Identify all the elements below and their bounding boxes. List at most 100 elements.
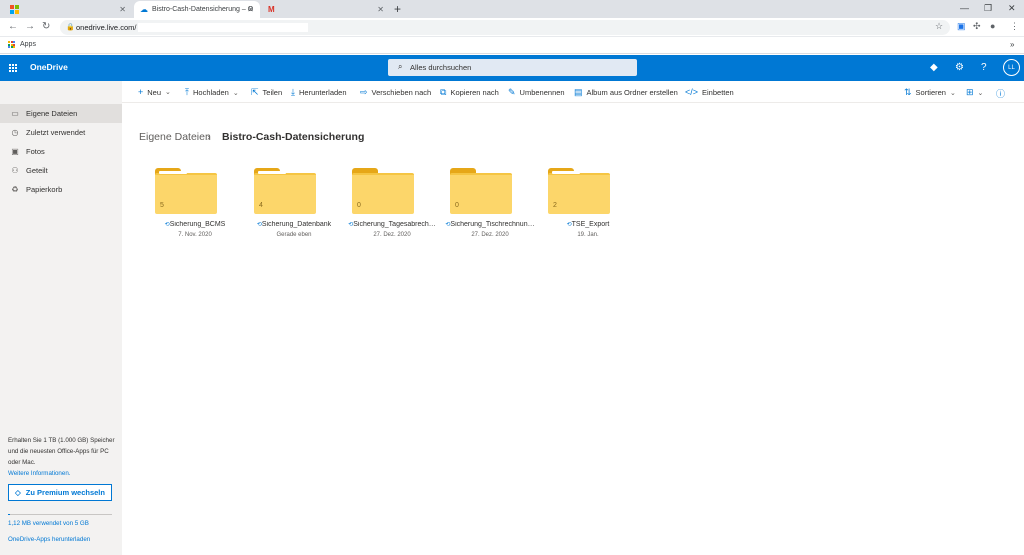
download-icon: ⤓ (291, 87, 295, 97)
upload-label: Hochladen (192, 88, 229, 97)
search-input[interactable]: ⌕ Alles durchsuchen (388, 59, 637, 76)
url-input[interactable]: 🔒 onedrive.live.com/ (60, 20, 950, 35)
restore-icon[interactable]: ❐ (984, 3, 992, 14)
folder-date: 27. Dez. 2020 (373, 232, 411, 238)
upload-button[interactable]: ⤒ Hochladen ⌄ (185, 87, 239, 98)
copy-to-button[interactable]: ⧉ Kopieren nach (440, 87, 499, 98)
folder-icon: 0 (352, 168, 414, 214)
nav-item-label: Zuletzt verwendet (26, 128, 86, 137)
rename-button[interactable]: ✎ Umbenennen (508, 87, 565, 98)
search-icon: ⌕ (398, 62, 403, 71)
browser-tab-office[interactable]: ✕ (4, 1, 132, 18)
folder-tile[interactable]: 0 ⟲Sicherung_Tischrechnun… 27. Dez. 2020 (444, 164, 536, 244)
nav-item-label: Fotos (26, 147, 45, 156)
grid-view-icon: ⊞ (966, 87, 974, 97)
nav-item-shared[interactable]: ⚇ Geteilt (0, 161, 122, 180)
download-label: Herunterladen (298, 88, 347, 97)
cloud-icon: ☁ (140, 5, 148, 14)
folder-tile[interactable]: 0 ⟲Sicherung_Tagesabrech… 27. Dez. 2020 (346, 164, 438, 244)
create-album-button[interactable]: ▤ Album aus Ordner erstellen (574, 87, 678, 98)
sort-label: Sortieren (915, 88, 946, 97)
new-button[interactable]: + Neu ⌄ (138, 87, 171, 97)
folder-name[interactable]: ⟲Sicherung_Tagesabrech… (338, 221, 446, 228)
get-apps-link[interactable]: OneDrive-Apps herunterladen (8, 536, 90, 543)
nav-item-recycle-bin[interactable]: ♻ Papierkorb (0, 180, 122, 199)
close-tab-icon[interactable]: ✕ (119, 5, 126, 14)
profile-icon[interactable]: ● (990, 21, 995, 31)
info-button[interactable]: ⓘ (996, 87, 1009, 100)
rename-label: Umbenennen (519, 88, 565, 97)
embed-button[interactable]: </> Einbetten (685, 87, 734, 97)
bookmarks-overflow[interactable]: » (1010, 40, 1014, 49)
apps-grid-icon (8, 41, 15, 48)
folder-tile[interactable]: 5 ⟲Sicherung_BCMS 7. Nov. 2020 (149, 164, 241, 244)
copy-icon: ⧉ (440, 87, 447, 97)
settings-gear-icon[interactable]: ⚙ (955, 62, 964, 73)
folder-name[interactable]: ⟲Sicherung_BCMS (141, 221, 249, 228)
tab-title: Bistro-Cash-Datensicherung – O (152, 6, 254, 13)
folder-name[interactable]: ⟲TSE_Export (534, 221, 642, 228)
folder-item-count: 0 (357, 202, 361, 209)
breadcrumb-separator: › (207, 131, 211, 143)
folder-item-count: 2 (553, 202, 557, 209)
nav-item-recent[interactable]: ◷ Zuletzt verwendet (0, 123, 122, 142)
close-tab-icon[interactable]: ✕ (247, 5, 254, 14)
premium-upgrade-button[interactable]: ◇ Zu Premium wechseln (8, 484, 112, 501)
share-button[interactable]: ⇱ Teilen (251, 87, 282, 98)
embed-label: Einbetten (702, 87, 734, 97)
share-label: Teilen (262, 88, 283, 97)
storage-usage-link[interactable]: 1,12 MB verwendet von 5 GB (8, 520, 89, 527)
sort-button[interactable]: ⇅ Sortieren ⌄ (904, 87, 956, 98)
menu-dots-icon[interactable]: ⋮ (1010, 21, 1019, 32)
browser-tab-gmail[interactable]: M ✕ (262, 1, 390, 18)
help-icon[interactable]: ? (981, 62, 987, 73)
embed-code-icon: </> (685, 87, 699, 97)
diamond-icon[interactable]: ◆ (930, 62, 938, 73)
back-icon[interactable]: ← (8, 21, 18, 32)
upload-icon: ⤒ (185, 87, 189, 97)
app-launcher-icon[interactable] (9, 64, 17, 72)
folder-name[interactable]: ⟲Sicherung_Datenbank (240, 221, 348, 228)
rename-pencil-icon: ✎ (508, 87, 516, 97)
download-button[interactable]: ⤓ Herunterladen (291, 87, 347, 98)
breadcrumb-root[interactable]: Eigene Dateien (139, 131, 211, 143)
minimize-icon[interactable]: — (960, 3, 969, 13)
move-label: Verschieben nach (371, 88, 432, 97)
folder-tile[interactable]: 4 ⟲Sicherung_Datenbank Gerade eben (248, 164, 340, 244)
puzzle-icon[interactable]: ✣ (973, 21, 981, 32)
move-to-button[interactable]: ⇨ Verschieben nach (360, 87, 431, 98)
search-placeholder: Alles durchsuchen (410, 63, 472, 72)
chevron-down-icon: ⌄ (165, 89, 171, 96)
info-icon: ⓘ (996, 89, 1006, 99)
reload-icon[interactable]: ↻ (42, 21, 50, 32)
nav-item-photos[interactable]: ▣ Fotos (0, 142, 122, 161)
nav-item-my-files[interactable]: ▭ Eigene Dateien (0, 104, 122, 123)
app-title[interactable]: OneDrive (30, 62, 68, 72)
storage-progress-bar (8, 514, 112, 515)
premium-button-label: Zu Premium wechseln (25, 488, 105, 497)
forward-icon[interactable]: → (25, 21, 35, 32)
promo-more-info-link[interactable]: Weitere Informationen. (8, 468, 116, 479)
sort-icon: ⇅ (904, 87, 912, 97)
premium-promo: Erhalten Sie 1 TB (1.000 GB) Speicher un… (8, 435, 116, 479)
nav-item-label: Papierkorb (26, 185, 63, 194)
diamond-icon: ◇ (15, 488, 21, 497)
extension-icon[interactable]: ▣ (957, 21, 966, 32)
avatar[interactable]: LL (1003, 59, 1020, 76)
left-navigation: ▭ Eigene Dateien ◷ Zuletzt verwendet ▣ F… (0, 81, 122, 555)
bookmark-star-icon[interactable]: ☆ (935, 21, 943, 32)
folder-name[interactable]: ⟲Sicherung_Tischrechnun… (436, 221, 544, 228)
browser-tab-onedrive[interactable]: ☁ Bistro-Cash-Datensicherung – O ✕ (134, 1, 260, 18)
close-tab-icon[interactable]: ✕ (377, 5, 384, 14)
folder-tile[interactable]: 2 ⟲TSE_Export 19. Jan. (542, 164, 634, 244)
move-icon: ⇨ (360, 87, 368, 97)
share-icon: ⇱ (251, 87, 259, 97)
gmail-icon: M (268, 5, 275, 14)
bookmark-apps[interactable]: Apps (20, 41, 36, 48)
album-label: Album aus Ordner erstellen (586, 88, 678, 97)
view-switcher-button[interactable]: ⊞ ⌄ (966, 87, 983, 98)
address-bar-row: ← → ↻ 🔒 onedrive.live.com/ ☆ ▣ ✣ ● ⋮ (0, 18, 1024, 37)
new-label: Neu (147, 87, 162, 97)
close-window-icon[interactable]: ✕ (1008, 3, 1016, 14)
new-tab-button[interactable]: + (394, 2, 401, 16)
